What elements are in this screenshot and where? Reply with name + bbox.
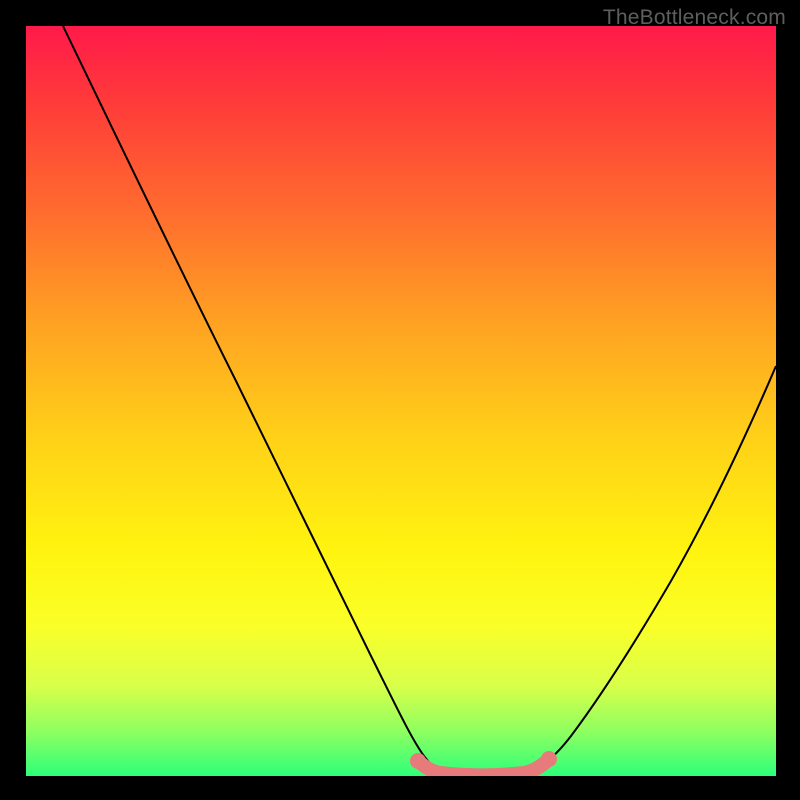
- chart-container: TheBottleneck.com: [0, 0, 800, 800]
- band-right-dot: [541, 751, 557, 767]
- band-left-dot: [410, 753, 426, 769]
- optimal-range-band: [418, 759, 549, 775]
- right-curve: [526, 366, 776, 772]
- left-curve: [63, 26, 440, 772]
- plot-area: [26, 26, 776, 776]
- watermark-label: TheBottleneck.com: [603, 6, 786, 30]
- chart-svg: [26, 26, 776, 776]
